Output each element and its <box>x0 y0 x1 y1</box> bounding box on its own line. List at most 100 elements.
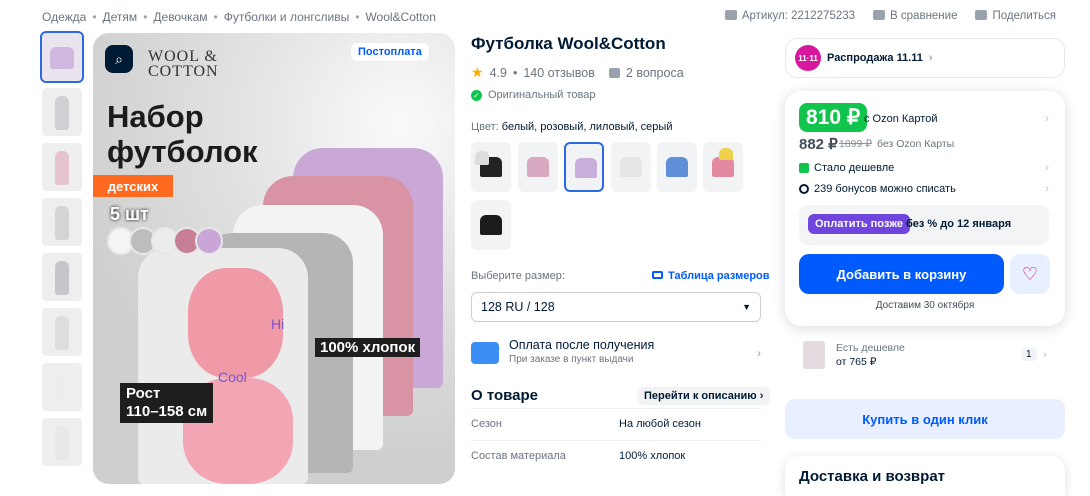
chevron-right-icon[interactable]: › <box>1045 111 1049 125</box>
spec-row: Сезон На любой сезон <box>471 408 761 430</box>
add-to-cart-button[interactable]: Добавить в корзину <box>799 254 1004 294</box>
color-value: белый, розовый, лиловый, серый <box>501 121 673 133</box>
add-to-cart-label: Добавить в корзину <box>836 266 967 282</box>
size-table-label: Таблица размеров <box>668 270 770 282</box>
pay-later-button[interactable]: Оплатить позже <box>808 214 910 234</box>
cheaper-offer-image <box>803 341 825 369</box>
gallery-thumbnail[interactable] <box>40 31 84 83</box>
check-icon: ✓ <box>471 89 482 101</box>
color-variant[interactable] <box>611 142 651 192</box>
caret-down-icon: ▼ <box>742 302 751 312</box>
print-text-cool: Cool <box>218 369 247 385</box>
breadcrumb-separator: • <box>213 10 218 24</box>
price-with-card[interactable]: 810 ₽ <box>799 103 868 132</box>
breadcrumb-item[interactable]: Детям <box>103 10 138 24</box>
copy-icon <box>724 10 737 20</box>
price-regular: 882 ₽ <box>799 136 838 153</box>
chevron-right-icon: › <box>1045 160 1049 174</box>
gallery-thumbnail[interactable] <box>42 418 82 466</box>
height-label-line1: Рост <box>126 385 161 402</box>
product-main-image[interactable]: ⌕ WOOL & COTTON Постоплата Hi Cool Набор… <box>93 33 455 484</box>
bonus-row[interactable]: 239 бонусов можно списать <box>799 183 956 195</box>
spec-key: Состав материала <box>471 450 566 462</box>
share-button[interactable]: Поделиться <box>975 10 1056 22</box>
size-table-link[interactable]: Таблица размеров <box>652 270 770 282</box>
gallery-thumbnail[interactable] <box>42 88 82 136</box>
color-variant[interactable] <box>471 200 511 250</box>
cat-print <box>188 268 283 378</box>
chevron-right-icon: › <box>757 346 761 360</box>
pay-later-block: Оплатить позже без % до 12 января <box>799 205 1049 245</box>
pieces-count: 5 шт <box>110 204 149 224</box>
postpay-row[interactable]: Оплата после получения При заказе в пунк… <box>471 338 761 370</box>
spec-row: Состав материала 100% хлопок <box>471 440 761 462</box>
about-title: О товаре <box>471 387 539 404</box>
cheaper-offer-price: от 765 ₽ <box>836 356 877 368</box>
postpay-title: Оплата после получения <box>509 338 655 352</box>
to-description-label: Перейти к описанию <box>644 390 757 402</box>
height-label: Рост 110–158 см <box>120 383 214 423</box>
bonus-label: 239 бонусов можно списать <box>814 183 956 195</box>
top-actions: Артикул: 2212275233 В сравнение Поделить… <box>724 10 1056 22</box>
brand-logo: WOOL & COTTON <box>148 48 219 80</box>
to-description-link[interactable]: Перейти к описанию › <box>637 387 771 405</box>
postpay-label: Постоплата <box>358 46 422 58</box>
compare-label: В сравнение <box>890 10 958 22</box>
kids-ribbon-label: детских <box>107 178 159 194</box>
buy-one-click-label: Купить в один клик <box>862 411 988 427</box>
card-icon <box>471 342 499 364</box>
reviews-link[interactable]: 140 отзывов <box>523 66 595 80</box>
hero-headline: Набор футболок <box>107 99 258 169</box>
article-copy[interactable]: Артикул: 2212275233 <box>724 10 856 22</box>
article-number: Артикул: 2212275233 <box>741 10 856 22</box>
color-label: Цвет: белый, розовый, лиловый, серый <box>471 121 672 133</box>
gallery-thumbnail[interactable] <box>42 308 82 356</box>
breadcrumb-item[interactable]: Футболки и лонгсливы <box>224 10 349 24</box>
product-title: Футболка Wool&Cotton <box>471 34 666 53</box>
chevron-right-icon: › <box>1045 181 1049 195</box>
original-badge: ✓ Оригинальный товар <box>471 89 596 101</box>
color-label-key: Цвет: <box>471 121 499 133</box>
cheaper-offer-title: Есть дешевле <box>836 342 905 354</box>
spec-key: Сезон <box>471 418 502 430</box>
breadcrumb-item[interactable]: Девочкам <box>153 10 207 24</box>
gallery-thumbnail[interactable] <box>42 143 82 191</box>
price-card: 810 ₽ с Ozon Картой › 882 ₽ 1899 ₽ без O… <box>785 91 1065 326</box>
zoom-search-icon[interactable]: ⌕ <box>105 45 133 73</box>
no-card-label: без Ozon Карты <box>877 138 955 150</box>
color-variant[interactable] <box>471 142 511 192</box>
breadcrumb-separator: • <box>143 10 148 24</box>
favorite-heart-icon[interactable]: ♡ <box>1010 254 1050 294</box>
breadcrumb: Одежда • Детям • Девочкам • Футболки и лонг… <box>42 10 436 24</box>
color-variant[interactable] <box>657 142 697 192</box>
size-select[interactable]: 128 RU / 128 ▼ <box>471 292 761 322</box>
gallery-thumbnail[interactable] <box>42 363 82 411</box>
breadcrumb-item[interactable]: Одежда <box>42 10 86 24</box>
original-label: Оригинальный товар <box>488 89 596 101</box>
cheaper-offer-count: 1 <box>1021 348 1037 361</box>
gallery-thumbnail[interactable] <box>42 253 82 301</box>
cheaper-offer[interactable]: Есть дешевле от 765 ₽ 1 › <box>785 334 1065 380</box>
color-variant[interactable] <box>518 142 558 192</box>
postpay-subtitle: При заказе в пункт выдачи <box>509 354 634 365</box>
breadcrumb-item[interactable]: Wool&Cotton <box>365 10 435 24</box>
cheaper-row[interactable]: Стало дешевле <box>799 162 894 174</box>
buy-one-click-button[interactable]: Купить в один клик <box>785 399 1065 439</box>
delivery-date: Доставим 30 октября <box>875 300 975 311</box>
cheaper-label: Стало дешевле <box>814 162 895 174</box>
hero-swatches <box>107 227 223 255</box>
delivery-section: Доставка и возврат <box>785 456 1065 496</box>
compare-button[interactable]: В сравнение <box>873 10 957 22</box>
sale-banner[interactable]: 11·11 Распродажа 11.11 › <box>785 38 1065 78</box>
share-label: Поделиться <box>992 10 1056 22</box>
ruler-icon <box>652 271 663 279</box>
ozon-card-label: с Ozon Картой <box>864 113 938 125</box>
questions-link[interactable]: 2 вопроса <box>626 66 684 80</box>
price-old: 1899 ₽ <box>839 138 872 150</box>
spec-value: На любой сезон <box>619 418 701 430</box>
rating-row[interactable]: ★ 4.9 • 140 отзывов 2 вопроса <box>471 64 684 81</box>
gallery-thumbnail[interactable] <box>42 198 82 246</box>
height-label-line2: 110–158 см <box>126 403 208 420</box>
color-variant[interactable] <box>564 142 604 192</box>
color-variant[interactable] <box>703 142 743 192</box>
